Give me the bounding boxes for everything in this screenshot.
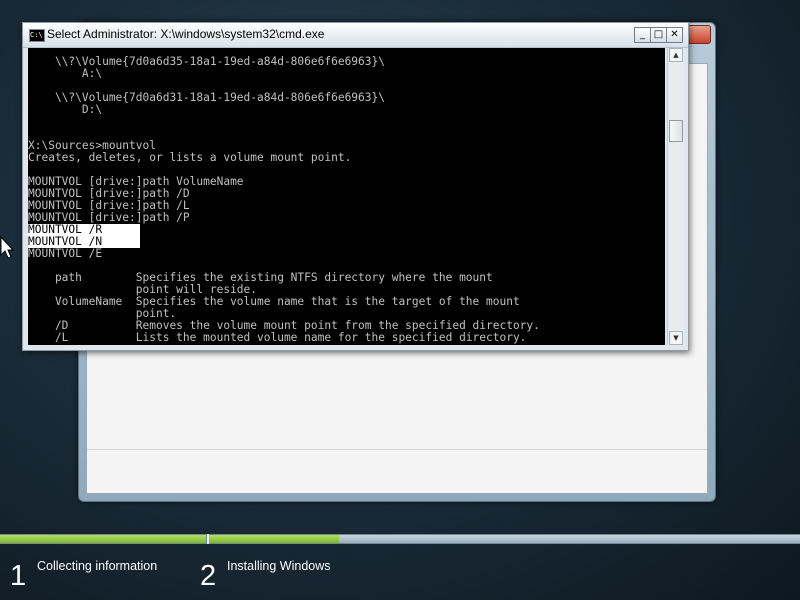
scroll-thumb[interactable]	[669, 120, 683, 142]
console-line: \\?\Volume{7d0a6d35-18a1-19ed-a84d-806e6…	[28, 55, 385, 68]
vertical-scrollbar[interactable]: ▲ ▼	[667, 48, 684, 345]
progress-step2-track	[339, 535, 800, 543]
setup-progress-bar	[0, 534, 800, 544]
console-line-selected: MOUNTVOL /R	[28, 224, 665, 236]
console-line: Creates, deletes, or lists a volume moun…	[28, 151, 352, 164]
close-button[interactable]: ✕	[666, 27, 683, 43]
setup-divider	[87, 449, 707, 450]
console-line: A:\	[28, 67, 103, 80]
mouse-pointer-icon	[0, 236, 14, 259]
cmd-window-title: Select Administrator: X:\windows\system3…	[47, 27, 325, 41]
step-number: 1	[10, 560, 27, 592]
minimize-button[interactable]: _	[634, 27, 651, 43]
maximize-button[interactable]: □	[650, 27, 667, 43]
progress-step2-fill	[209, 535, 340, 543]
scroll-down-arrow-icon[interactable]: ▼	[669, 331, 683, 345]
console-line: /L Lists the mounted volume name for the…	[28, 331, 527, 344]
cmd-app-icon[interactable]: C:\	[29, 29, 45, 42]
console-line-selected: MOUNTVOL /N	[28, 236, 665, 248]
scroll-up-arrow-icon[interactable]: ▲	[669, 48, 683, 62]
cmd-titlebar[interactable]: C:\ Select Administrator: X:\windows\sys…	[23, 23, 688, 48]
step-label: Collecting information	[37, 559, 158, 573]
cmd-window[interactable]: C:\ Select Administrator: X:\windows\sys…	[22, 22, 689, 351]
progress-step1-fill	[0, 535, 206, 543]
console-line: \\?\Volume{7d0a6d31-18a1-19ed-a84d-806e6…	[28, 91, 385, 104]
console-line: D:\	[28, 103, 103, 116]
step-number: 2	[200, 560, 217, 592]
step-label: Installing Windows	[227, 559, 331, 573]
console-output[interactable]: \\?\Volume{7d0a6d35-18a1-19ed-a84d-806e6…	[28, 48, 665, 345]
console-line: MOUNTVOL [drive:]path /P	[28, 211, 190, 224]
console-line: MOUNTVOL /E	[28, 247, 103, 260]
